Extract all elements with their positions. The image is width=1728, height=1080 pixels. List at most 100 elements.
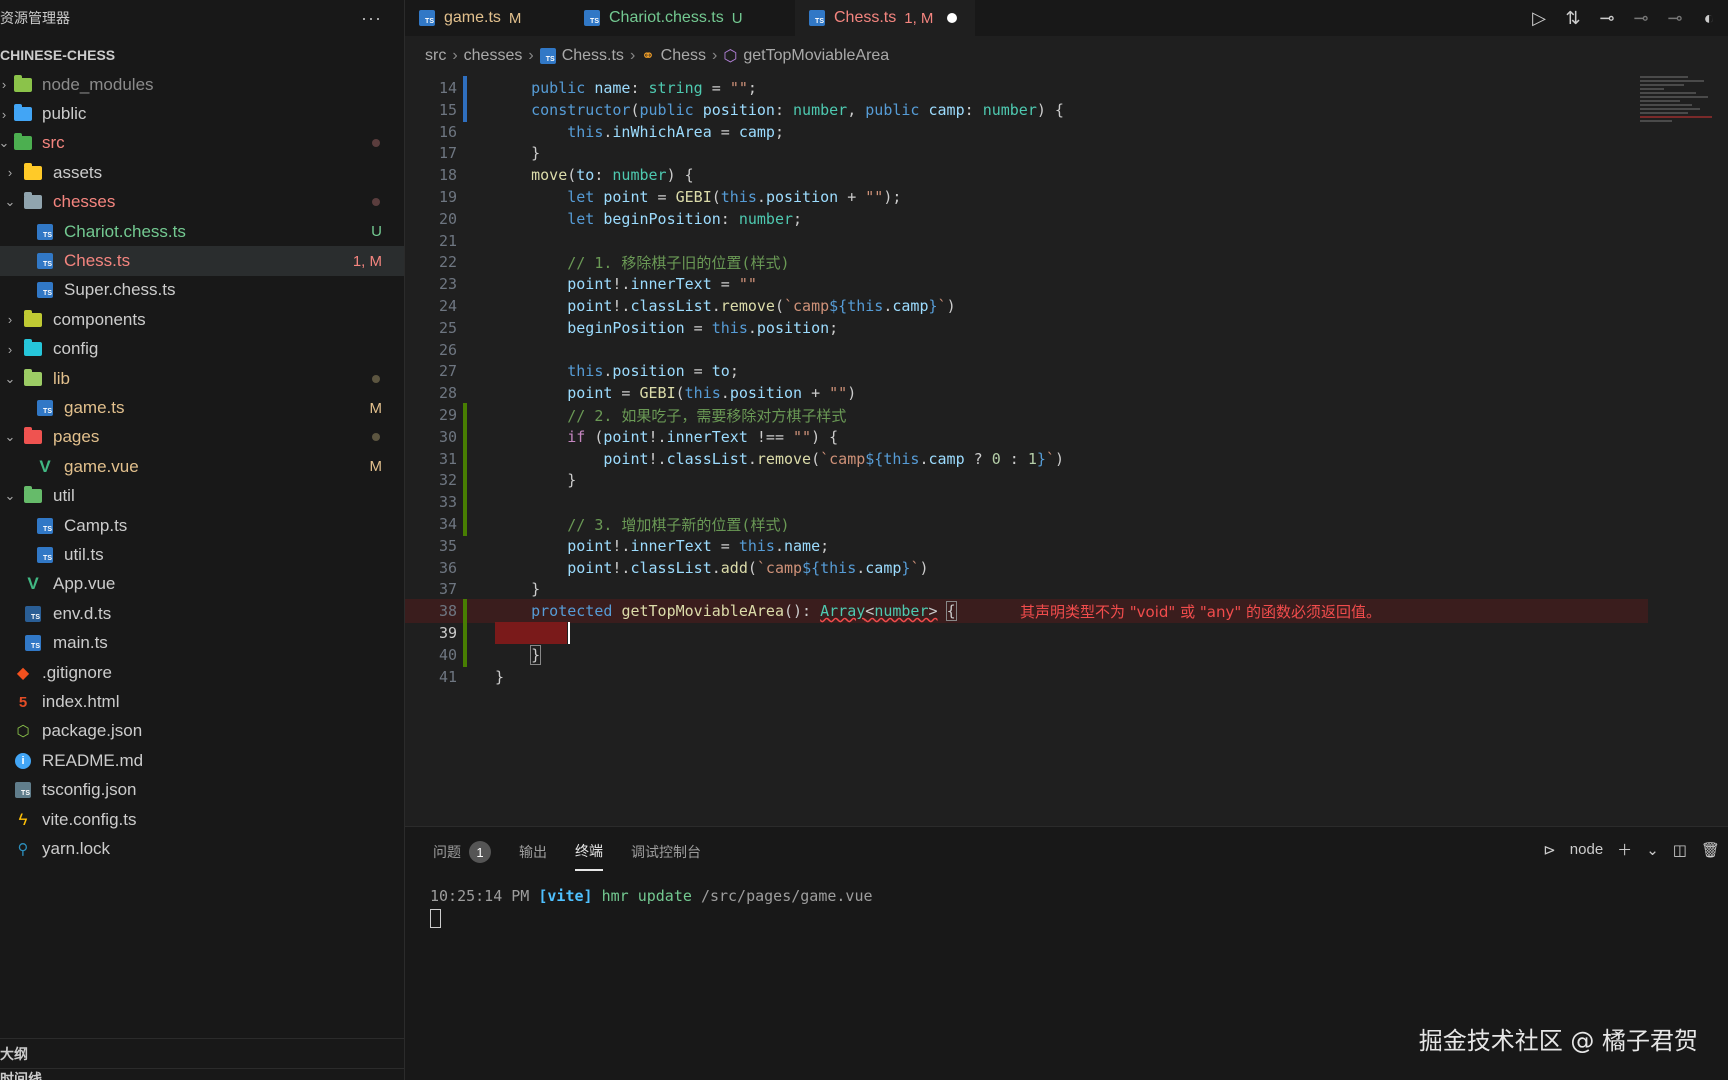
tab-label: 终端 xyxy=(575,843,603,859)
code-line[interactable]: 37 } xyxy=(405,577,1648,601)
code-line[interactable]: 15 constructor(public position: number, … xyxy=(405,97,1648,122)
tree-item-gitignore[interactable]: ◆ .gitignore xyxy=(0,658,404,687)
compare-changes-icon[interactable]: ⇅ xyxy=(1562,8,1584,29)
code-line[interactable]: 14 public name: string = ""; xyxy=(405,76,1648,100)
breadcrumb-item[interactable]: Chess.ts xyxy=(562,47,624,65)
git-commit-icon[interactable]: ⊸ xyxy=(1596,8,1618,29)
code-line[interactable]: 19 let point = GEBI(this.position + ""); xyxy=(405,185,1648,209)
code-line[interactable]: 29 // 2. 如果吃子，需要移除对方棋子样式 xyxy=(405,403,1648,427)
code-line[interactable]: 23 point!.innerText = "" xyxy=(405,272,1648,296)
tree-item-super-chess-ts[interactable]: TS Super.chess.ts xyxy=(0,276,404,305)
git-change-marker[interactable] xyxy=(463,76,467,100)
tab-label: 调试控制台 xyxy=(631,844,701,860)
tree-item-game-vue[interactable]: V game.vue M xyxy=(0,452,404,481)
tab-game-ts[interactable]: TS game.ts M xyxy=(405,0,570,36)
breadcrumb-item[interactable]: src xyxy=(425,47,446,65)
tree-item-game-ts[interactable]: TS game.ts M xyxy=(0,393,404,422)
tree-item-index-html[interactable]: 5 index.html xyxy=(0,687,404,716)
tree-item-app-vue[interactable]: V App.vue xyxy=(0,570,404,599)
git-change-marker[interactable] xyxy=(463,512,467,536)
tab-terminal[interactable]: 终端 xyxy=(575,833,603,871)
run-icon[interactable]: ▷ xyxy=(1528,8,1550,29)
tree-item-chess-ts[interactable]: TS Chess.ts 1, M xyxy=(0,246,404,276)
breadcrumb-item[interactable]: chesses xyxy=(464,47,523,65)
code-line[interactable]: 21 xyxy=(405,229,1648,253)
tree-item-src[interactable]: ⌄ src xyxy=(0,129,404,158)
outline-section[interactable]: 大纲 xyxy=(0,1038,404,1068)
tab-chariot-chess-ts[interactable]: TS Chariot.chess.ts U xyxy=(570,0,795,36)
tree-item-lib[interactable]: ⌄ lib xyxy=(0,364,404,393)
code-line[interactable]: 30 if (point!.innerText !== "") { xyxy=(405,424,1648,449)
git-change-marker[interactable] xyxy=(463,403,467,427)
git-change-marker[interactable] xyxy=(463,468,467,493)
tree-item-package-json[interactable]: ⬡ package.json xyxy=(0,717,404,746)
breadcrumb-item[interactable]: Chess xyxy=(661,47,706,65)
git-change-marker[interactable] xyxy=(463,599,467,624)
tab-output[interactable]: 输出 xyxy=(519,834,547,870)
tree-item-main-ts[interactable]: TS main.ts xyxy=(0,629,404,658)
code-line[interactable]: 38 protected getTopMoviableArea(): Array… xyxy=(405,599,1648,624)
tree-item-assets[interactable]: › assets xyxy=(0,158,404,187)
tree-item-config[interactable]: › config xyxy=(0,335,404,364)
tree-item-yarn-lock[interactable]: ⚲ yarn.lock xyxy=(0,834,404,863)
code-editor[interactable]: 14 public name: string = ""; 15 construct… xyxy=(405,76,1728,826)
more-actions-icon[interactable]: ··· xyxy=(361,8,382,29)
code-line[interactable]: 17 } xyxy=(405,141,1648,165)
previous-change-icon[interactable]: ⊸ xyxy=(1630,8,1652,29)
code-line[interactable]: 31 point!.classList.remove(`camp${this.c… xyxy=(405,446,1648,471)
code-line[interactable]: 41} xyxy=(405,665,1648,689)
code-line[interactable]: 25 beginPosition = this.position; xyxy=(405,316,1648,340)
terminal-output[interactable]: 10:25:14 PM [vite] hmr update /src/pages… xyxy=(430,887,873,928)
new-terminal-icon[interactable]: ＋ xyxy=(1617,839,1632,860)
tab-problems[interactable]: 问题 1 xyxy=(433,833,491,871)
code-line[interactable]: 22 // 1. 移除棋子旧的位置(样式) xyxy=(405,250,1648,274)
split-terminal-icon[interactable]: ◫ xyxy=(1673,841,1687,859)
tab-debug-console[interactable]: 调试控制台 xyxy=(631,834,701,870)
git-change-marker[interactable] xyxy=(463,490,467,515)
tree-item-util[interactable]: ⌄ util xyxy=(0,482,404,511)
git-change-marker[interactable] xyxy=(463,642,467,667)
project-root[interactable]: CHINESE-CHESS xyxy=(0,36,115,74)
minimap[interactable] xyxy=(1640,76,1720,186)
unsaved-dot-icon[interactable] xyxy=(947,13,958,23)
tree-item-components[interactable]: › components xyxy=(0,305,404,334)
git-change-marker[interactable] xyxy=(463,621,467,645)
code-line[interactable]: 18 move(to: number) { xyxy=(405,163,1648,187)
code-line[interactable]: 34 // 3. 增加棋子新的位置(样式) xyxy=(405,512,1648,536)
code-line[interactable]: 20 let beginPosition: number; xyxy=(405,207,1648,231)
code-line[interactable]: 35 point!.innerText = this.name; xyxy=(405,534,1648,558)
code-line[interactable]: 26 xyxy=(405,338,1648,362)
terminal-name[interactable]: node xyxy=(1570,841,1603,858)
more-editor-actions-icon[interactable]: ◐ xyxy=(1698,8,1720,29)
code-line[interactable]: 24 point!.classList.remove(`camp${this.c… xyxy=(405,294,1648,318)
tree-item-camp-ts[interactable]: TS Camp.ts xyxy=(0,511,404,540)
tree-item-vite-config-ts[interactable]: ϟ vite.config.ts xyxy=(0,805,404,834)
chevron-down-icon[interactable]: ⌄ xyxy=(1646,841,1659,859)
code-line[interactable]: 39 xyxy=(405,621,1648,645)
git-change-marker[interactable] xyxy=(463,97,467,122)
line-number: 15 xyxy=(438,100,457,119)
code-line[interactable]: 28 point = GEBI(this.position + "") xyxy=(405,381,1648,405)
code-line[interactable]: 36 point!.classList.add(`camp${this.camp… xyxy=(405,556,1648,580)
code-line[interactable]: 40 } xyxy=(405,642,1648,667)
git-change-marker[interactable] xyxy=(463,446,467,471)
tree-item-tsconfig-json[interactable]: TS tsconfig.json xyxy=(0,776,404,805)
next-change-icon[interactable]: ⊸ xyxy=(1664,8,1686,29)
tab-chess-ts[interactable]: TS Chess.ts 1, M xyxy=(795,0,975,36)
tree-item-chesses[interactable]: ⌄ chesses xyxy=(0,188,404,217)
git-change-marker[interactable] xyxy=(463,424,467,449)
tree-item-public[interactable]: › public xyxy=(0,99,404,128)
breadcrumb-item[interactable]: getTopMoviableArea xyxy=(743,47,889,65)
tree-item-env-d-ts[interactable]: TS env.d.ts xyxy=(0,599,404,628)
tree-item-node_modules[interactable]: › node_modules xyxy=(0,70,404,99)
tree-item-chariot-chess-ts[interactable]: TS Chariot.chess.ts U xyxy=(0,217,404,246)
code-line[interactable]: 27 this.position = to; xyxy=(405,359,1648,383)
tree-item-pages[interactable]: ⌄ pages xyxy=(0,423,404,452)
tree-item-util-ts[interactable]: TS util.ts xyxy=(0,540,404,569)
trash-icon[interactable]: 🗑 xyxy=(1701,841,1720,859)
timeline-section[interactable]: 时间线 xyxy=(0,1068,404,1080)
code-line[interactable]: 16 this.inWhichArea = camp; xyxy=(405,120,1648,144)
code-line[interactable]: 32 } xyxy=(405,468,1648,493)
code-line[interactable]: 33 xyxy=(405,490,1648,515)
tree-item-readme-md[interactable]: i README.md xyxy=(0,746,404,775)
